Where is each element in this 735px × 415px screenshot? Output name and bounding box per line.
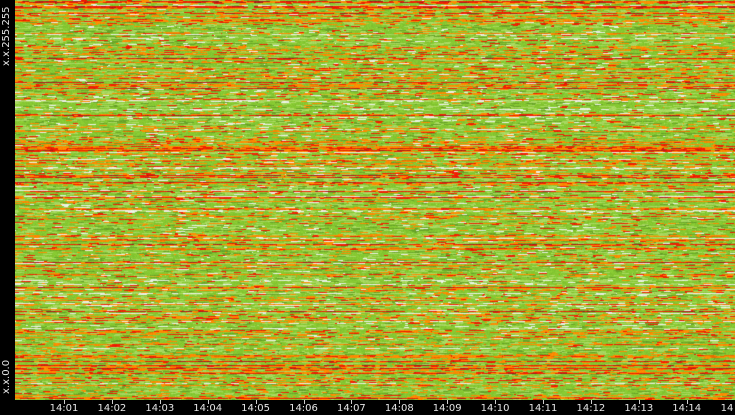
y-tick-label-bottom: x.x.0.0 bbox=[1, 359, 12, 394]
x-tick-label: 14:08 bbox=[384, 403, 414, 414]
x-tick-label: 14:04 bbox=[193, 403, 223, 414]
x-tick-label: 14:02 bbox=[97, 403, 127, 414]
x-tick-label: 14:07 bbox=[336, 403, 366, 414]
x-tick-label: 14:12 bbox=[576, 403, 606, 414]
x-tick-label: 14:03 bbox=[145, 403, 175, 414]
x-tick-label: 14:10 bbox=[480, 403, 510, 414]
heatmap-plot-area bbox=[15, 0, 735, 400]
x-tick-label: 14:09 bbox=[432, 403, 462, 414]
x-tick-label: 14:11 bbox=[528, 403, 558, 414]
x-tick-label: 14 bbox=[720, 403, 734, 414]
heatmap-chart: x.x.255.255 x.x.0.0 14:01 14:02 14:03 14:04… bbox=[0, 0, 735, 415]
y-tick-label-top: x.x.255.255 bbox=[1, 6, 12, 66]
x-axis: 14:01 14:02 14:03 14:04 14:05 14:06 14:07 14:08… bbox=[15, 400, 735, 415]
x-tick-label: 14:14 bbox=[672, 403, 702, 414]
x-tick-label: 14:06 bbox=[289, 403, 318, 414]
x-tick-label: 14:05 bbox=[241, 403, 271, 414]
x-tick-label: 14:01 bbox=[49, 403, 79, 414]
x-tick-label: 14:13 bbox=[624, 403, 654, 414]
